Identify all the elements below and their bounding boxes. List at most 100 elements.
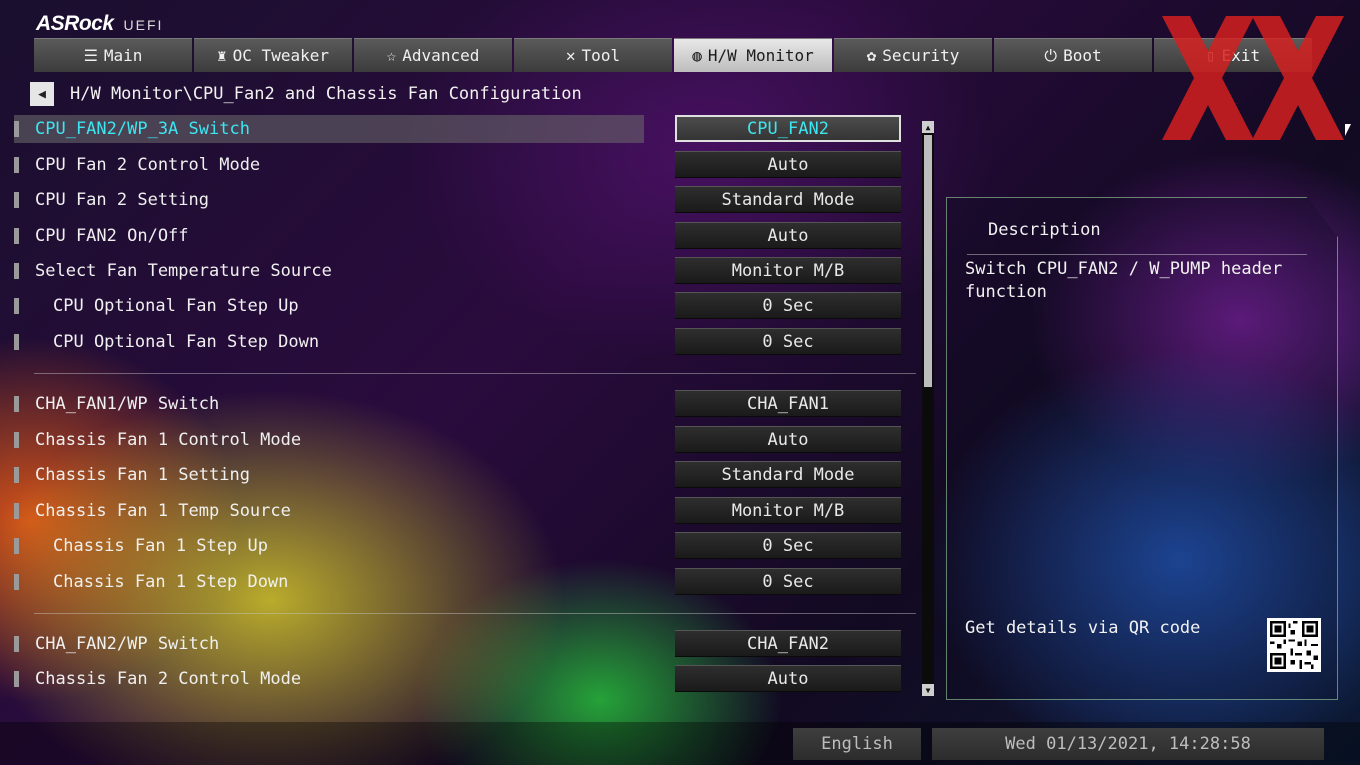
description-panel: Description Switch CPU_FAN2 / W_PUMP hea… — [946, 197, 1338, 700]
setting-label: Chassis Fan 1 Temp Source — [35, 501, 291, 521]
back-arrow-icon: ◀ — [38, 86, 46, 102]
row-marker — [14, 538, 19, 554]
scrollbar[interactable]: ▲ ▼ — [922, 121, 934, 696]
setting-value-button[interactable]: Standard Mode — [675, 186, 901, 213]
setting-value-button[interactable]: Auto — [675, 222, 901, 249]
mouse-cursor-icon — [1345, 124, 1351, 136]
setting-value-button[interactable]: CHA_FAN2 — [675, 630, 901, 657]
description-title: Description — [988, 220, 1101, 240]
top-tab-bar: ☰ Main ♜ OC Tweaker ☆ Advanced ✕ Tool ◍ H/W Monit… — [34, 38, 1312, 72]
scroll-down-arrow-icon[interactable]: ▼ — [922, 684, 934, 696]
scroll-up-arrow-icon[interactable]: ▲ — [922, 121, 934, 133]
setting-row[interactable]: CPU FAN2 On/Off — [14, 222, 644, 250]
setting-value-button[interactable]: Standard Mode — [675, 461, 901, 488]
tab-h-w-monitor[interactable]: ◍ H/W Monitor — [674, 38, 832, 72]
tab-tool[interactable]: ✕ Tool — [514, 38, 672, 72]
datetime-display: Wed 01/13/2021, 14:28:58 — [932, 728, 1324, 760]
setting-row[interactable]: CPU_FAN2/WP_3A Switch — [14, 115, 644, 143]
setting-label: Chassis Fan 1 Control Mode — [35, 430, 302, 450]
description-divider — [967, 254, 1307, 255]
row-marker — [14, 298, 19, 314]
setting-value-button[interactable]: Monitor M/B — [675, 257, 901, 284]
tab-label: Advanced — [402, 46, 480, 65]
section-divider — [34, 373, 916, 374]
row-marker — [14, 467, 19, 483]
setting-row[interactable]: Chassis Fan 1 Control Mode — [14, 426, 644, 454]
setting-row[interactable]: Chassis Fan 2 Control Mode — [14, 665, 644, 693]
row-marker — [14, 121, 19, 137]
setting-row[interactable]: Chassis Fan 1 Temp Source — [14, 497, 644, 525]
section-divider — [34, 613, 916, 614]
shield-icon: ✿ — [866, 46, 877, 65]
row-marker — [14, 396, 19, 412]
tab-oc-tweaker[interactable]: ♜ OC Tweaker — [194, 38, 352, 72]
row-marker — [14, 503, 19, 519]
setting-value-button[interactable]: 0 Sec — [675, 292, 901, 319]
tools-icon: ✕ — [565, 46, 576, 65]
setting-value-button[interactable]: Auto — [675, 151, 901, 178]
qr-code-icon[interactable] — [1267, 618, 1321, 672]
setting-value-button[interactable]: CHA_FAN1 — [675, 390, 901, 417]
setting-row[interactable]: Chassis Fan 1 Setting — [14, 461, 644, 489]
description-text: Switch CPU_FAN2 / W_PUMP header function — [965, 259, 1283, 302]
setting-label: CPU Fan 2 Control Mode — [35, 155, 261, 175]
brand-name: ASRock — [36, 12, 114, 35]
setting-value-button[interactable]: Monitor M/B — [675, 497, 901, 524]
row-marker — [14, 636, 19, 652]
setting-label: CPU FAN2 On/Off — [35, 226, 189, 246]
row-marker — [14, 192, 19, 208]
tab-main[interactable]: ☰ Main — [34, 38, 192, 72]
setting-row[interactable]: CPU Optional Fan Step Down — [14, 328, 644, 356]
setting-label: CPU Fan 2 Setting — [35, 190, 209, 210]
breadcrumb: H/W Monitor\CPU_Fan2 and Chassis Fan Con… — [70, 84, 582, 104]
setting-value-button[interactable]: 0 Sec — [675, 568, 901, 595]
language-button[interactable]: English — [793, 728, 921, 760]
qr-label: Get details via QR code — [965, 618, 1201, 638]
tab-security[interactable]: ✿ Security — [834, 38, 992, 72]
asrock-logo: ASRock UEFI — [36, 12, 163, 36]
setting-label: CPU Optional Fan Step Down — [53, 332, 320, 352]
setting-label: Chassis Fan 1 Step Down — [53, 572, 289, 592]
setting-label: CHA_FAN1/WP Switch — [35, 394, 220, 414]
setting-value-button[interactable]: Auto — [675, 665, 901, 692]
setting-label: CPU_FAN2/WP_3A Switch — [35, 119, 250, 139]
tab-label: OC Tweaker — [232, 46, 329, 65]
tab-advanced[interactable]: ☆ Advanced — [354, 38, 512, 72]
setting-value-button[interactable]: 0 Sec — [675, 532, 901, 559]
setting-row[interactable]: CPU Optional Fan Step Up — [14, 292, 644, 320]
row-marker — [14, 574, 19, 590]
brand-suffix: UEFI — [123, 17, 164, 33]
watermark-logo-icon — [1162, 16, 1344, 140]
setting-label: CPU Optional Fan Step Up — [53, 296, 299, 316]
setting-value-button[interactable]: CPU_FAN2 — [675, 115, 901, 142]
row-marker — [14, 671, 19, 687]
setting-row[interactable]: Chassis Fan 1 Step Down — [14, 568, 644, 596]
setting-label: Chassis Fan 1 Setting — [35, 465, 250, 485]
tab-label: Tool — [581, 46, 621, 65]
star-icon: ☆ — [386, 46, 397, 65]
list-icon: ☰ — [83, 46, 98, 65]
setting-label: Chassis Fan 1 Step Up — [53, 536, 268, 556]
setting-label: Chassis Fan 2 Control Mode — [35, 669, 302, 689]
scroll-thumb[interactable] — [924, 135, 932, 387]
row-marker — [14, 263, 19, 279]
tab-boot[interactable]: ⏻ Boot — [994, 38, 1152, 72]
tab-label: H/W Monitor — [707, 46, 814, 65]
setting-row[interactable]: Select Fan Temperature Source — [14, 257, 644, 285]
setting-label: Select Fan Temperature Source — [35, 261, 332, 281]
rocket-icon: ♜ — [217, 46, 227, 65]
tab-label: Main — [103, 46, 143, 65]
setting-value-button[interactable]: 0 Sec — [675, 328, 901, 355]
breadcrumb-bar: ◀ H/W Monitor\CPU_Fan2 and Chassis Fan C… — [30, 82, 582, 106]
row-marker — [14, 157, 19, 173]
setting-row[interactable]: CPU Fan 2 Control Mode — [14, 151, 644, 179]
setting-row[interactable]: CHA_FAN2/WP Switch — [14, 630, 644, 658]
setting-row[interactable]: Chassis Fan 1 Step Up — [14, 532, 644, 560]
back-button[interactable]: ◀ — [30, 82, 54, 106]
setting-row[interactable]: CPU Fan 2 Setting — [14, 186, 644, 214]
setting-value-button[interactable]: Auto — [675, 426, 901, 453]
tab-label: Security — [882, 46, 960, 65]
power-icon: ⏻ — [1044, 45, 1058, 65]
row-marker — [14, 334, 19, 350]
setting-row[interactable]: CHA_FAN1/WP Switch — [14, 390, 644, 418]
